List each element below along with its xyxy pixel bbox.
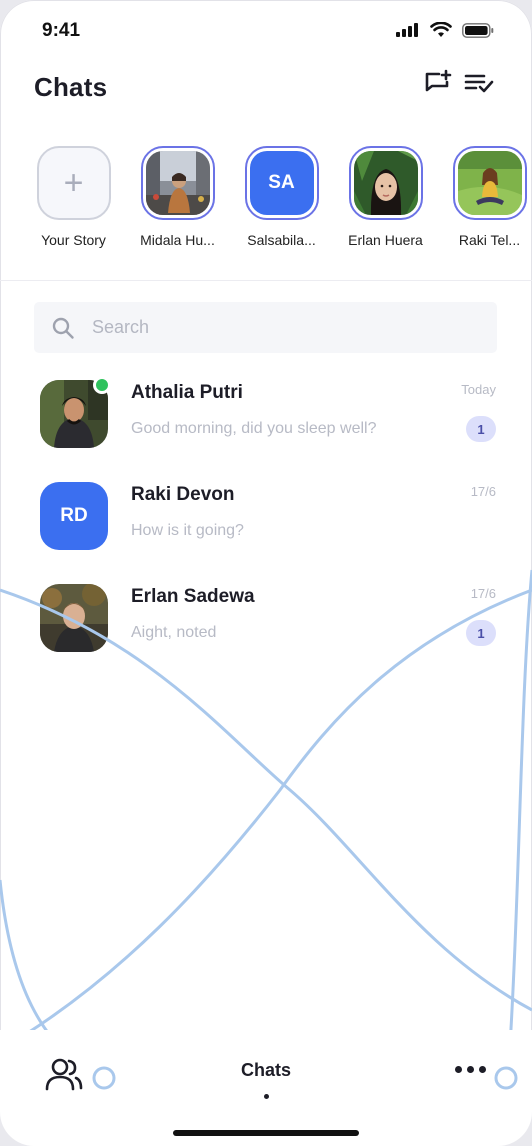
story-your-story[interactable]: + Your Story (34, 146, 113, 274)
new-chat-button[interactable] (422, 68, 456, 102)
more-dots-icon (467, 1066, 474, 1073)
chat-time: Today (461, 382, 496, 397)
filter-list-button[interactable] (462, 68, 496, 102)
chat-name: Raki Devon (131, 484, 235, 505)
decorative-node (494, 1066, 518, 1090)
chat-list: Athalia Putri Good morning, did you slee… (0, 370, 532, 676)
story-ring (348, 146, 423, 220)
story-ring (452, 146, 527, 220)
add-story-button[interactable]: + (36, 146, 111, 220)
bottom-nav: Chats (0, 1030, 532, 1146)
story-ring: SA (244, 146, 319, 220)
story-name: Midala Hu... (140, 232, 215, 248)
divider (0, 280, 532, 281)
story-name: Salsabila... (247, 232, 316, 248)
chat-preview: Good morning, did you sleep well? (131, 420, 377, 437)
story-name: Your Story (41, 232, 106, 248)
filter-list-icon (464, 71, 494, 100)
story-name: Erlan Huera (348, 232, 423, 248)
page-title: Chats (34, 72, 108, 102)
chat-time: 17/6 (470, 586, 496, 601)
chat-row[interactable]: RD Raki Devon How is it going? 17/6 (0, 472, 532, 574)
more-dots-icon (479, 1066, 486, 1073)
story-item[interactable]: Raki Tel... (450, 146, 529, 274)
online-status-dot (93, 376, 111, 394)
story-item[interactable]: Midala Hu... (138, 146, 217, 274)
battery-icon (462, 22, 494, 43)
story-avatar (145, 151, 210, 215)
avatar (40, 584, 108, 652)
tab-chats[interactable]: Chats (0, 1060, 532, 1081)
more-dots-icon (455, 1066, 462, 1073)
chat-preview: How is it going? (131, 522, 244, 539)
story-ring (140, 146, 215, 220)
search-input[interactable] (90, 316, 454, 339)
search-bar[interactable] (34, 302, 497, 353)
story-item[interactable]: SA Salsabila... (242, 146, 321, 274)
story-item[interactable]: Erlan Huera (346, 146, 425, 274)
more-button[interactable] (455, 1066, 486, 1073)
avatar: RD (40, 482, 108, 550)
chat-name: Erlan Sadewa (131, 586, 255, 607)
chat-row[interactable]: Athalia Putri Good morning, did you slee… (0, 370, 532, 472)
unread-badge: 1 (466, 620, 496, 646)
status-bar: 9:41 (0, 0, 532, 62)
header: Chats (0, 62, 532, 122)
wifi-icon (430, 21, 452, 43)
story-avatar (353, 151, 418, 215)
phone-screen: 9:41 Chats + Your Story Midala Hu... SA … (0, 0, 532, 1146)
chat-time: 17/6 (470, 484, 496, 499)
active-tab-indicator (264, 1094, 269, 1099)
story-avatar: SA (249, 151, 314, 215)
search-icon (50, 315, 76, 341)
story-name: Raki Tel... (458, 232, 521, 248)
plus-icon: + (63, 164, 84, 202)
chat-preview: Aight, noted (131, 624, 217, 641)
unread-badge: 1 (466, 416, 496, 442)
new-chat-icon (424, 69, 454, 102)
home-indicator (173, 1130, 359, 1136)
stories-row: + Your Story Midala Hu... SA Salsabila..… (0, 146, 532, 274)
status-time: 9:41 (42, 20, 81, 41)
chat-row[interactable]: Erlan Sadewa Aight, noted 17/6 1 (0, 574, 532, 676)
story-avatar (457, 151, 522, 215)
status-icons (396, 21, 494, 43)
chat-name: Athalia Putri (131, 382, 243, 403)
signal-icon (396, 23, 420, 42)
